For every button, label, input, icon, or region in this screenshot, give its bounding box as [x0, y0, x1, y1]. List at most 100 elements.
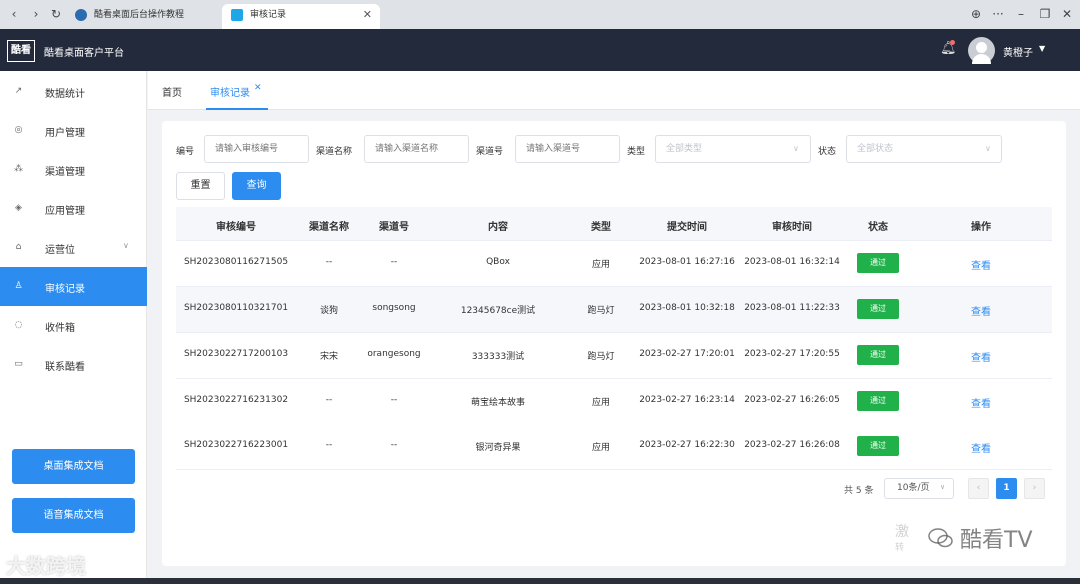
sidebar-item-audit-records[interactable]: ♙ 审核记录	[0, 267, 147, 306]
sidebar-item-inbox[interactable]: ◌ 收件箱	[0, 306, 147, 345]
browser-toolbar: ‹ › ↻ 酷看桌面后台操作教程 审核记录 ✕ ⊕ ··· – ❐ ✕	[0, 0, 1080, 29]
view-link[interactable]: 查看	[971, 303, 991, 318]
audit-icon: ♙	[14, 281, 23, 291]
column-header: 状态	[868, 222, 888, 233]
filter-label-channel-no: 渠道号	[476, 147, 504, 157]
cell-channel-name: --	[325, 257, 333, 267]
tab-audit-records[interactable]: 审核记录	[210, 84, 250, 99]
column-header: 内容	[488, 222, 508, 233]
cell-channel-name: 谈狗	[319, 306, 339, 316]
status-badge: 通过	[857, 391, 899, 411]
cell-audit-time: 2023-02-27 17:20:55	[744, 349, 840, 359]
tab-home[interactable]: 首页	[162, 84, 182, 99]
table-row: SH2023080116271505 -- -- QBox 应用 2023-08…	[176, 241, 1052, 287]
table-row: SH2023022716223001 -- -- 银河奇异果 应用 2023-0…	[176, 424, 1052, 470]
close-icon[interactable]: ✕	[254, 83, 262, 93]
cell-channel-name: 宋宋	[319, 352, 339, 362]
user-name[interactable]: 黄橙子	[1003, 44, 1033, 59]
voice-doc-button[interactable]: 语音集成文档	[12, 498, 135, 533]
query-button[interactable]: 查询	[232, 172, 281, 200]
chevron-down-icon: ∨	[793, 144, 799, 153]
column-header: 审核编号	[216, 222, 256, 233]
contact-icon: ▭	[14, 359, 23, 369]
notification-dot	[950, 40, 955, 45]
view-link[interactable]: 查看	[971, 349, 991, 364]
reload-icon[interactable]: ↻	[48, 6, 64, 22]
status-badge: 通过	[857, 253, 899, 273]
sidebar-item-users[interactable]: ◎ 用户管理	[0, 111, 147, 150]
restore-icon[interactable]: ❐	[1037, 6, 1053, 22]
channel-no-input[interactable]	[515, 135, 620, 163]
avatar[interactable]	[968, 37, 995, 64]
filter-label-type: 类型	[627, 147, 646, 157]
more-icon[interactable]: ···	[990, 6, 1006, 22]
column-header: 审核时间	[772, 222, 812, 233]
globe-icon[interactable]: ⊕	[968, 6, 984, 22]
taskbar	[0, 578, 1080, 584]
sidebar-item-label: 用户管理	[45, 128, 85, 139]
sidebar-item-channels[interactable]: ⁂ 渠道管理	[0, 150, 147, 189]
back-icon[interactable]: ‹	[6, 6, 22, 22]
cell-content: 萌宝绘本故事	[470, 398, 526, 408]
filter-label-id: 编号	[176, 147, 195, 157]
tab-close-icon[interactable]: ✕	[363, 4, 372, 26]
cell-audit-time: 2023-08-01 11:22:33	[744, 303, 840, 313]
table-row: SH2023080110321701 谈狗 songsong 12345678c…	[176, 287, 1052, 333]
cell-audit-id: SH2023022717200103	[183, 349, 289, 359]
active-tab-indicator	[206, 108, 268, 110]
browser-tab-tutorial[interactable]: 酷看桌面后台操作教程	[66, 4, 222, 29]
cell-channel-name: --	[325, 440, 333, 450]
forward-icon[interactable]: ›	[28, 6, 44, 22]
type-select[interactable]: 全部类型	[655, 135, 811, 163]
column-header: 类型	[591, 222, 611, 233]
cell-type: 跑马灯	[587, 306, 615, 316]
prev-page-button[interactable]: ‹	[968, 478, 989, 499]
sidebar-item-label: 联系酷看	[45, 362, 85, 373]
inbox-icon: ◌	[14, 320, 23, 330]
browser-tab-audit[interactable]: 审核记录 ✕	[222, 4, 380, 29]
column-header: 渠道名称	[309, 222, 349, 233]
filter-label-channel-name: 渠道名称	[316, 147, 353, 157]
view-link[interactable]: 查看	[971, 440, 991, 455]
caret-down-icon[interactable]: ▼	[1039, 44, 1045, 53]
sidebar-item-label: 运营位	[45, 245, 75, 256]
chevron-down-icon: ∨	[123, 241, 129, 250]
browser-tab-title: 审核记录	[250, 10, 287, 20]
minimize-icon[interactable]: –	[1013, 6, 1029, 22]
sidebar-item-operation[interactable]: ⌂ 运营位 ∨	[0, 228, 147, 267]
cell-type: 跑马灯	[587, 352, 615, 362]
sidebar-item-data-stats[interactable]: ↗ 数据统计	[0, 72, 147, 111]
operation-icon: ⌂	[15, 242, 22, 252]
column-header: 渠道号	[379, 222, 409, 233]
faint-watermark: 激	[895, 524, 909, 540]
sidebar-item-apps[interactable]: ◈ 应用管理	[0, 189, 147, 228]
desktop-doc-button[interactable]: 桌面集成文档	[12, 449, 135, 484]
cell-channel-no: orangesong	[367, 349, 421, 359]
cell-submit-time: 2023-08-01 10:32:18	[639, 303, 735, 313]
cell-content: 333333测试	[471, 352, 525, 362]
status-badge: 通过	[857, 436, 899, 456]
reset-button[interactable]: 重置	[176, 172, 225, 200]
pagination-total: 共 5 条	[844, 486, 874, 496]
cell-submit-time: 2023-02-27 16:23:14	[639, 395, 735, 405]
sidebar-item-label: 应用管理	[45, 206, 85, 217]
window-close-icon[interactable]: ✕	[1059, 6, 1075, 22]
app-header	[0, 29, 1080, 71]
watermark-left: 大数跨境	[6, 554, 86, 578]
sidebar-item-contact[interactable]: ▭ 联系酷看	[0, 345, 147, 384]
page-1-button[interactable]: 1	[996, 478, 1017, 499]
cell-channel-no: --	[390, 257, 398, 267]
tab-favicon-icon	[75, 9, 87, 21]
cell-submit-time: 2023-02-27 17:20:01	[639, 349, 735, 359]
table-header: 审核编号 渠道名称 渠道号 内容 类型 提交时间 审核时间 状态 操作	[176, 207, 1052, 241]
audit-id-input[interactable]	[204, 135, 309, 163]
cell-channel-name: --	[325, 395, 333, 405]
status-select[interactable]: 全部状态	[846, 135, 1002, 163]
column-header: 提交时间	[667, 222, 707, 233]
watermark-right: 酷看TV	[960, 528, 1033, 553]
view-link[interactable]: 查看	[971, 395, 991, 410]
view-link[interactable]: 查看	[971, 257, 991, 272]
next-page-button[interactable]: ›	[1024, 478, 1045, 499]
layers-icon: ◈	[15, 203, 22, 213]
channel-name-input[interactable]	[364, 135, 469, 163]
